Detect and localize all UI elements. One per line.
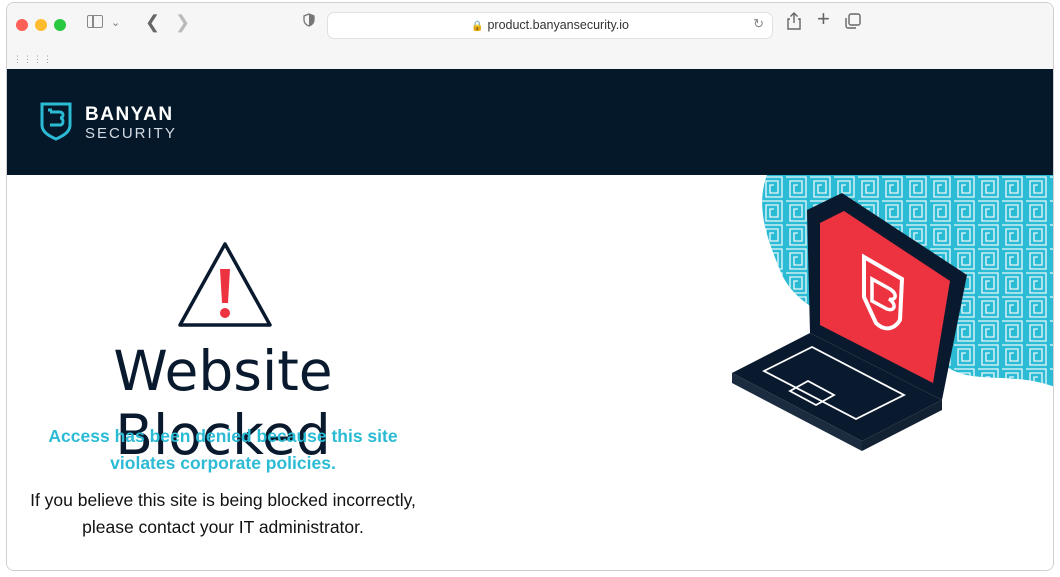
shield-icon[interactable] (303, 13, 315, 27)
url-text: product.banyansecurity.io (487, 18, 629, 32)
share-icon[interactable] (785, 11, 803, 31)
help-message: If you believe this site is being blocke… (7, 487, 439, 541)
minimize-window-button[interactable] (35, 19, 47, 31)
laptop-illustration (732, 175, 1053, 451)
new-tab-icon[interactable]: + (817, 8, 830, 30)
address-bar[interactable]: 🔒 product.banyansecurity.io ↻ (327, 12, 773, 39)
zoom-window-button[interactable] (54, 19, 66, 31)
help-message-line-2: please contact your IT administrator. (82, 517, 364, 537)
blocked-content: Website Blocked Access has been denied b… (7, 175, 1053, 570)
reload-icon[interactable]: ↻ (753, 16, 764, 32)
browser-toolbar: ⌄ ❮ ❯ 🔒 product.banyansecurity.io ↻ + ⋮⋮⋮… (7, 3, 1053, 70)
lock-icon: 🔒 (471, 21, 484, 32)
back-icon[interactable]: ❮ (145, 12, 160, 32)
chevron-down-icon[interactable]: ⌄ (111, 13, 120, 33)
banyan-logo-icon[interactable] (39, 101, 73, 141)
warning-icon (178, 242, 272, 327)
denial-message: Access has been denied because this site… (7, 423, 439, 477)
browser-window: ⌄ ❮ ❯ 🔒 product.banyansecurity.io ↻ + ⋮⋮⋮… (6, 2, 1054, 571)
brand-subtitle: SECURITY (85, 125, 177, 142)
sidebar-icon[interactable] (87, 15, 103, 28)
brand-name: BANYAN (85, 104, 174, 125)
denial-message-line-1: Access has been denied because this site (48, 426, 398, 446)
close-window-button[interactable] (16, 19, 28, 31)
denial-message-line-2: violates corporate policies. (110, 453, 336, 473)
help-message-line-1: If you believe this site is being blocke… (30, 490, 416, 510)
tabs-icon[interactable] (845, 13, 861, 29)
url-field[interactable]: 🔒 product.banyansecurity.io (328, 13, 772, 39)
site-header: BANYAN SECURITY (7, 69, 1053, 175)
grid-icon[interactable]: ⋮⋮⋮⋮ (13, 49, 53, 69)
forward-icon[interactable]: ❯ (175, 12, 190, 32)
